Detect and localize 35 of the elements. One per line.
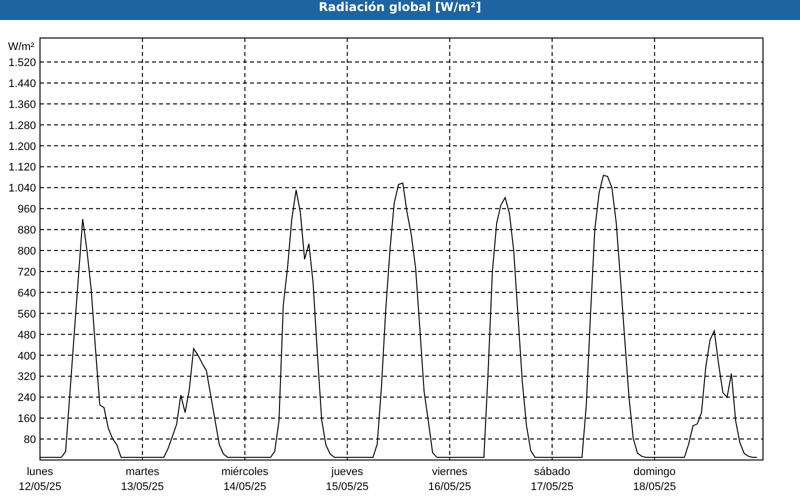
y-tick-label: 240 <box>18 392 36 404</box>
y-tick-label: 960 <box>18 204 36 216</box>
x-tick-label: 17/05/25 <box>530 481 574 493</box>
window-title: Radiación global [W/m²] <box>0 0 800 20</box>
x-tick-label: 16/05/25 <box>428 481 472 493</box>
x-tick-label: 18/05/25 <box>633 481 676 493</box>
x-tick-day: miércoles <box>221 466 268 478</box>
x-tick-label: 15/05/25 <box>326 481 369 493</box>
y-tick-label: 320 <box>18 371 36 384</box>
y-tick-label: 640 <box>18 287 36 300</box>
x-tick-day: jueves <box>331 466 364 478</box>
y-tick-label: 1.520 <box>8 57 36 69</box>
y-tick-label: 800 <box>18 246 36 258</box>
y-tick-label: 160 <box>18 413 36 426</box>
y-tick-label: 1.120 <box>8 162 36 174</box>
y-axis-unit: W/m² <box>8 41 34 53</box>
x-tick-day: domingo <box>633 466 676 478</box>
y-tick-label: 480 <box>18 329 36 342</box>
y-tick-label: 1.040 <box>8 182 36 195</box>
x-tick-day: martes <box>126 466 160 478</box>
y-tick-label: 880 <box>18 224 36 237</box>
y-tick-label: 400 <box>18 350 36 362</box>
y-tick-label: 80 <box>24 434 36 446</box>
x-tick-label: 13/05/25 <box>121 481 164 493</box>
y-tick-label: 1.200 <box>8 140 36 153</box>
y-tick-label: 720 <box>18 266 36 278</box>
x-tick-day: viernes <box>432 466 468 478</box>
x-tick-day: lunes <box>26 466 54 478</box>
y-tick-label: 1.360 <box>8 98 36 111</box>
y-tick-label: 1.280 <box>8 120 36 132</box>
y-tick-label: 1.440 <box>8 78 36 90</box>
y-tick-label: 560 <box>18 308 36 320</box>
x-tick-day: sábado <box>534 466 570 478</box>
x-tick-label: 12/05/25 <box>18 481 62 493</box>
x-tick-label: 14/05/25 <box>223 481 266 493</box>
